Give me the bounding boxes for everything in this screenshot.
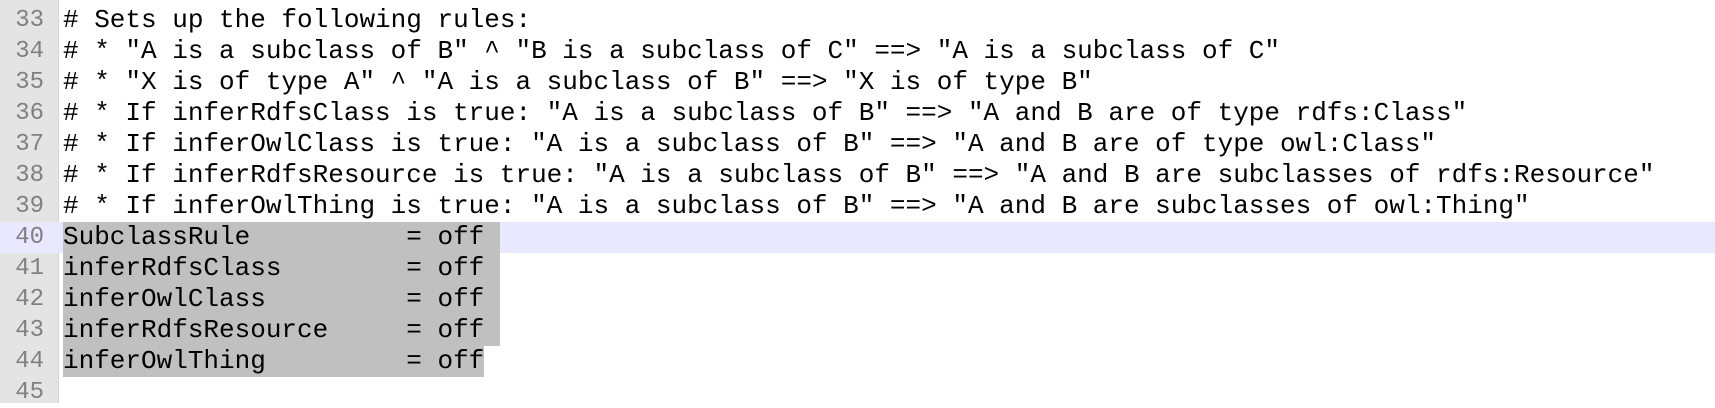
line-number: 33 <box>15 7 44 34</box>
code-line[interactable]: 37 # * If inferOwlClass is true: "A is a… <box>0 129 1715 160</box>
code-line[interactable]: 45 <box>0 377 1715 408</box>
code-line[interactable]: 44 inferOwlThing = off <box>0 346 1715 377</box>
line-text[interactable]: # * If inferOwlClass is true: "A is a su… <box>63 129 1436 160</box>
line-text[interactable]: # Sets up the following rules: <box>63 5 531 36</box>
selected-line-text[interactable]: inferRdfsResource = off <box>63 315 500 346</box>
current-code-line[interactable]: 40 SubclassRule = off <box>0 222 1715 253</box>
code-line[interactable]: 39 # * If inferOwlThing is true: "A is a… <box>0 191 1715 222</box>
line-number: 41 <box>15 255 44 282</box>
code-editor[interactable]: 33 # Sets up the following rules: 34 # *… <box>0 0 1715 406</box>
code-line[interactable]: 38 # * If inferRdfsResource is true: "A … <box>0 160 1715 191</box>
code-line[interactable]: 43 inferRdfsResource = off <box>0 315 1715 346</box>
code-line[interactable]: 42 inferOwlClass = off <box>0 284 1715 315</box>
line-number: 44 <box>15 348 44 375</box>
selected-line-text[interactable]: inferOwlThing = off <box>63 346 485 377</box>
code-line[interactable]: 34 # * "A is a subclass of B" ^ "B is a … <box>0 36 1715 67</box>
code-line[interactable]: 41 inferRdfsClass = off <box>0 253 1715 284</box>
line-number: 35 <box>15 69 44 96</box>
code-line[interactable]: 36 # * If inferRdfsClass is true: "A is … <box>0 98 1715 129</box>
line-text[interactable]: # * If inferOwlThing is true: "A is a su… <box>63 191 1530 222</box>
line-text[interactable]: # * "A is a subclass of B" ^ "B is a sub… <box>63 36 1280 67</box>
line-number: 38 <box>15 162 44 189</box>
line-text[interactable]: # * "X is of type A" ^ "A is a subclass … <box>63 67 1093 98</box>
selected-line-text[interactable]: SubclassRule = off <box>63 222 500 253</box>
line-number: 37 <box>15 131 44 158</box>
line-number: 40 <box>15 224 44 251</box>
line-number: 45 <box>15 379 44 406</box>
line-number: 43 <box>15 317 44 344</box>
code-line[interactable]: 33 # Sets up the following rules: <box>0 5 1715 36</box>
line-number: 42 <box>15 286 44 313</box>
line-number: 36 <box>15 100 44 127</box>
line-number: 34 <box>15 38 44 65</box>
selected-line-text[interactable]: inferRdfsClass = off <box>63 253 500 284</box>
line-text[interactable]: # * If inferRdfsClass is true: "A is a s… <box>63 98 1467 129</box>
selected-line-text[interactable]: inferOwlClass = off <box>63 284 500 315</box>
line-text[interactable]: # * If inferRdfsResource is true: "A is … <box>63 160 1654 191</box>
code-line[interactable]: 35 # * "X is of type A" ^ "A is a subcla… <box>0 67 1715 98</box>
line-number: 39 <box>15 193 44 220</box>
